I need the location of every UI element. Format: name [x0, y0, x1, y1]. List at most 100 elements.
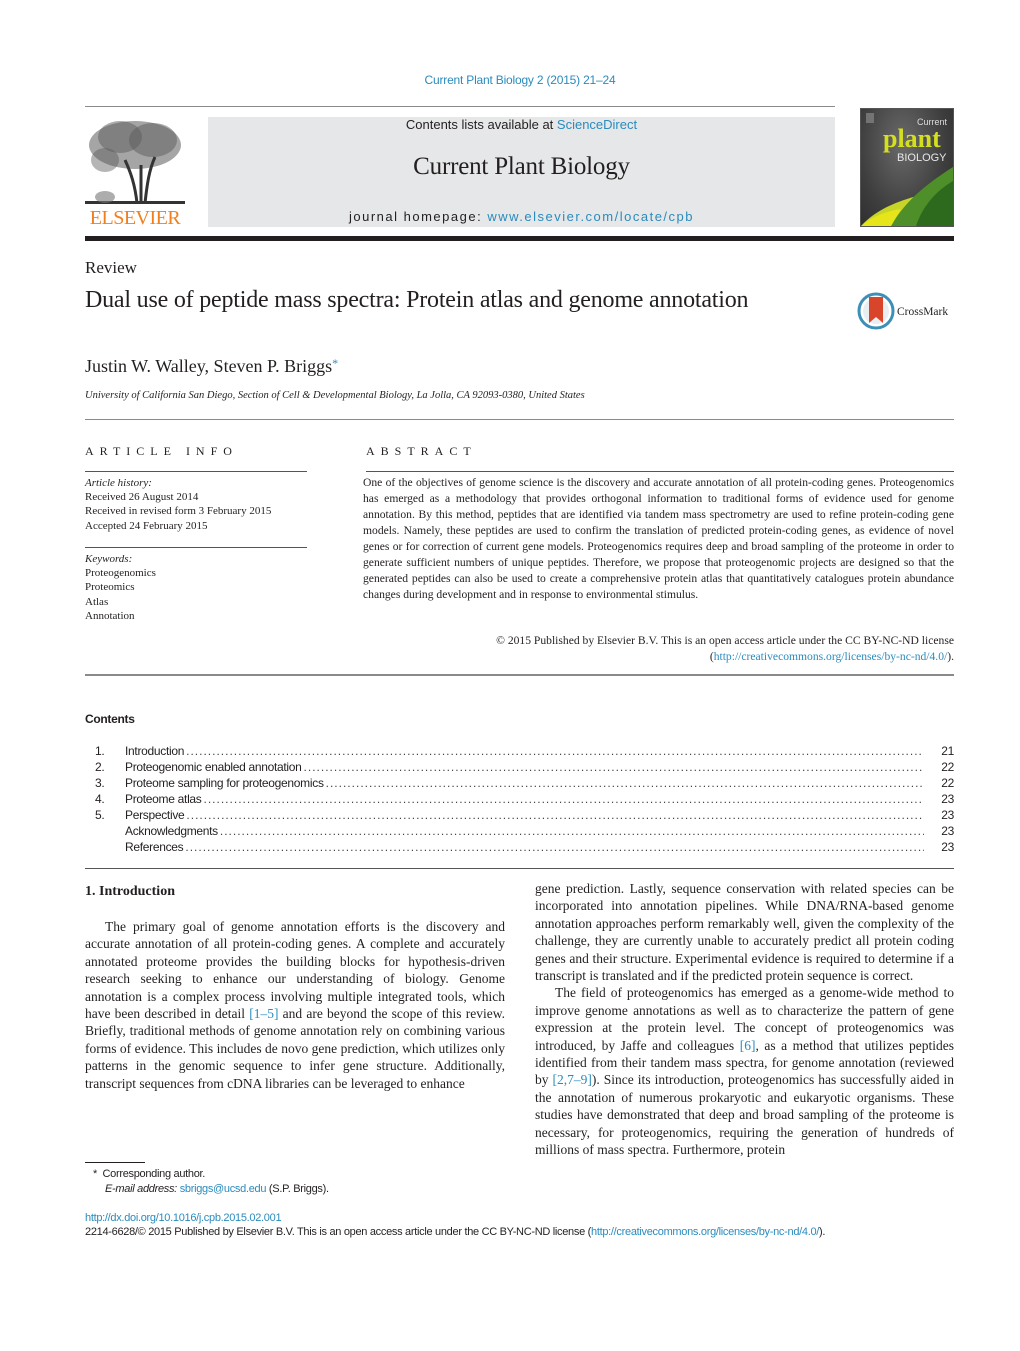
- license-link[interactable]: http://creativecommons.org/licenses/by-n…: [714, 650, 948, 663]
- toc-number: 3.: [95, 776, 105, 790]
- toc-page: 22: [941, 760, 954, 774]
- history-label: Article history:: [85, 477, 152, 489]
- toc-entry-references[interactable]: References 23: [85, 840, 954, 856]
- toc-number: 5.: [95, 808, 105, 822]
- paragraph: gene prediction. Lastly, sequence conser…: [535, 881, 954, 984]
- abstract-rule: [366, 471, 954, 472]
- copyright-line: © 2015 Published by Elsevier B.V. This i…: [496, 634, 954, 647]
- license-line: (http://creativecommons.org/licenses/by-…: [363, 649, 954, 665]
- toc-page: 21: [941, 744, 954, 758]
- crossmark-icon: CrossMark: [857, 292, 948, 330]
- toc-label[interactable]: Perspective: [125, 808, 185, 822]
- cover-line3: BIOLOGY: [897, 152, 947, 164]
- affiliation-divider: [85, 419, 954, 420]
- keywords-rule: [85, 547, 307, 548]
- crossmark-badge[interactable]: CrossMark: [857, 292, 957, 330]
- issn-close: ).: [819, 1226, 826, 1238]
- keyword: Proteomics: [85, 581, 135, 594]
- header-thick-rule: [85, 236, 954, 241]
- email-label: E-mail address:: [105, 1183, 177, 1195]
- toc-label[interactable]: Proteome sampling for proteogenomics: [125, 776, 324, 790]
- citation-link[interactable]: [1–5]: [249, 1006, 278, 1021]
- toc-entry-proteome-sampling[interactable]: 3. Proteome sampling for proteogenomics …: [85, 776, 954, 792]
- toc-label[interactable]: Proteome atlas: [125, 792, 202, 806]
- contents-heading: Contents: [85, 712, 135, 726]
- toc-leader-dots: [186, 808, 924, 822]
- contents-divider: [85, 868, 954, 869]
- homepage-link[interactable]: www.elsevier.com/locate/cpb: [487, 209, 694, 224]
- header-divider: [85, 106, 835, 107]
- journal-name: Current Plant Biology: [413, 153, 630, 180]
- toc-entry-perspective[interactable]: 5. Perspective 23: [85, 808, 954, 824]
- issn-text: 2214-6628/© 2015 Published by Elsevier B…: [85, 1226, 592, 1238]
- body-column-left: The primary goal of genome annotation ef…: [85, 918, 505, 1092]
- toc-leader-dots: [185, 840, 924, 854]
- toc-label[interactable]: Introduction: [125, 744, 184, 758]
- toc-page: 23: [941, 840, 954, 854]
- tree-icon: [85, 115, 185, 207]
- corresponding-author-mark[interactable]: *: [332, 356, 338, 370]
- footnote-email: E-mail address: sbriggs@ucsd.edu (S.P. B…: [85, 1182, 329, 1197]
- history-revised: Received in revised form 3 February 2015: [85, 505, 272, 518]
- toc-label[interactable]: Acknowledgments: [125, 824, 218, 838]
- history-received: Received 26 August 2014: [85, 491, 199, 504]
- section-heading-introduction: 1. Introduction: [85, 884, 175, 899]
- citation-link[interactable]: [2,7–9]: [553, 1072, 592, 1087]
- article-type: Review: [85, 258, 137, 277]
- license-close-paren: ).: [947, 650, 954, 663]
- email-suffix: (S.P. Briggs).: [266, 1183, 329, 1195]
- doi-link[interactable]: http://dx.doi.org/10.1016/j.cpb.2015.02.…: [85, 1212, 282, 1224]
- history-accepted: Accepted 24 February 2015: [85, 519, 208, 532]
- keywords-block: Keywords: Proteogenomics Proteomics Atla…: [85, 552, 156, 623]
- citation-link[interactable]: [6]: [740, 1038, 756, 1053]
- journal-cover-image[interactable]: Current plant BIOLOGY: [860, 108, 954, 227]
- paragraph: The field of proteogenomics has emerged …: [535, 984, 954, 1158]
- crossmark-label: CrossMark: [897, 306, 948, 318]
- toc-page: 23: [941, 792, 954, 806]
- toc-entry-acknowledgments[interactable]: Acknowledgments 23: [85, 824, 954, 840]
- footnote-mark: *: [93, 1168, 97, 1180]
- abstract-heading: ABSTRACT: [366, 444, 477, 458]
- author-affiliation: University of California San Diego, Sect…: [85, 390, 585, 401]
- table-of-contents: 1. Introduction 21 2. Proteogenomic enab…: [85, 744, 954, 856]
- sciencedirect-link[interactable]: ScienceDirect: [557, 117, 637, 132]
- toc-number: 1.: [95, 744, 105, 758]
- toc-leader-dots: [186, 744, 924, 758]
- issn-license-line: 2214-6628/© 2015 Published by Elsevier B…: [85, 1226, 825, 1238]
- abstract-divider: [85, 674, 954, 676]
- article-info-heading: ARTICLE INFO: [85, 444, 238, 458]
- authors-text: Justin W. Walley, Steven P. Briggs: [85, 356, 333, 376]
- toc-number: 4.: [95, 792, 105, 806]
- keyword: Atlas: [85, 595, 109, 608]
- contents-prefix: Contents lists available at: [405, 117, 557, 132]
- toc-number: 2.: [95, 760, 105, 774]
- journal-homepage: journal homepage: www.elsevier.com/locat…: [208, 209, 835, 224]
- article-info-rule: [85, 471, 307, 472]
- keyword: Annotation: [85, 609, 135, 622]
- article-history: Article history: Received 26 August 2014…: [85, 476, 271, 533]
- author-list: Justin W. Walley, Steven P. Briggs*: [85, 356, 338, 377]
- cover-line2: plant: [883, 124, 941, 153]
- toc-leader-dots: [204, 792, 924, 806]
- toc-label[interactable]: References: [125, 840, 184, 854]
- article-title: Dual use of peptide mass spectra: Protei…: [85, 287, 749, 313]
- paragraph-text: ). Since its introduction, proteogenomic…: [535, 1072, 954, 1158]
- abstract-copyright: © 2015 Published by Elsevier B.V. This i…: [363, 633, 954, 665]
- toc-leader-dots: [220, 824, 924, 838]
- journal-citation[interactable]: Current Plant Biology 2 (2015) 21–24: [0, 73, 1020, 87]
- paragraph: The primary goal of genome annotation ef…: [85, 918, 505, 1092]
- toc-entry-introduction[interactable]: 1. Introduction 21: [85, 744, 954, 760]
- email-link[interactable]: sbriggs@ucsd.edu: [180, 1183, 267, 1195]
- footer-license-link[interactable]: http://creativecommons.org/licenses/by-n…: [591, 1226, 819, 1238]
- toc-entry-proteome-atlas[interactable]: 4. Proteome atlas 23: [85, 792, 954, 808]
- footnote-rule: [85, 1162, 145, 1163]
- abstract-text: One of the objectives of genome science …: [363, 476, 954, 601]
- contents-availability: Contents lists available at ScienceDirec…: [208, 117, 835, 132]
- footnote: * Corresponding author. E-mail address: …: [85, 1167, 329, 1197]
- toc-entry-proteogenomic-annotation[interactable]: 2. Proteogenomic enabled annotation 22: [85, 760, 954, 776]
- journal-banner: Contents lists available at ScienceDirec…: [208, 117, 835, 227]
- body-column-right: gene prediction. Lastly, sequence conser…: [535, 880, 954, 1159]
- toc-label[interactable]: Proteogenomic enabled annotation: [125, 760, 302, 774]
- toc-leader-dots: [326, 776, 924, 790]
- homepage-prefix: journal homepage:: [349, 209, 488, 224]
